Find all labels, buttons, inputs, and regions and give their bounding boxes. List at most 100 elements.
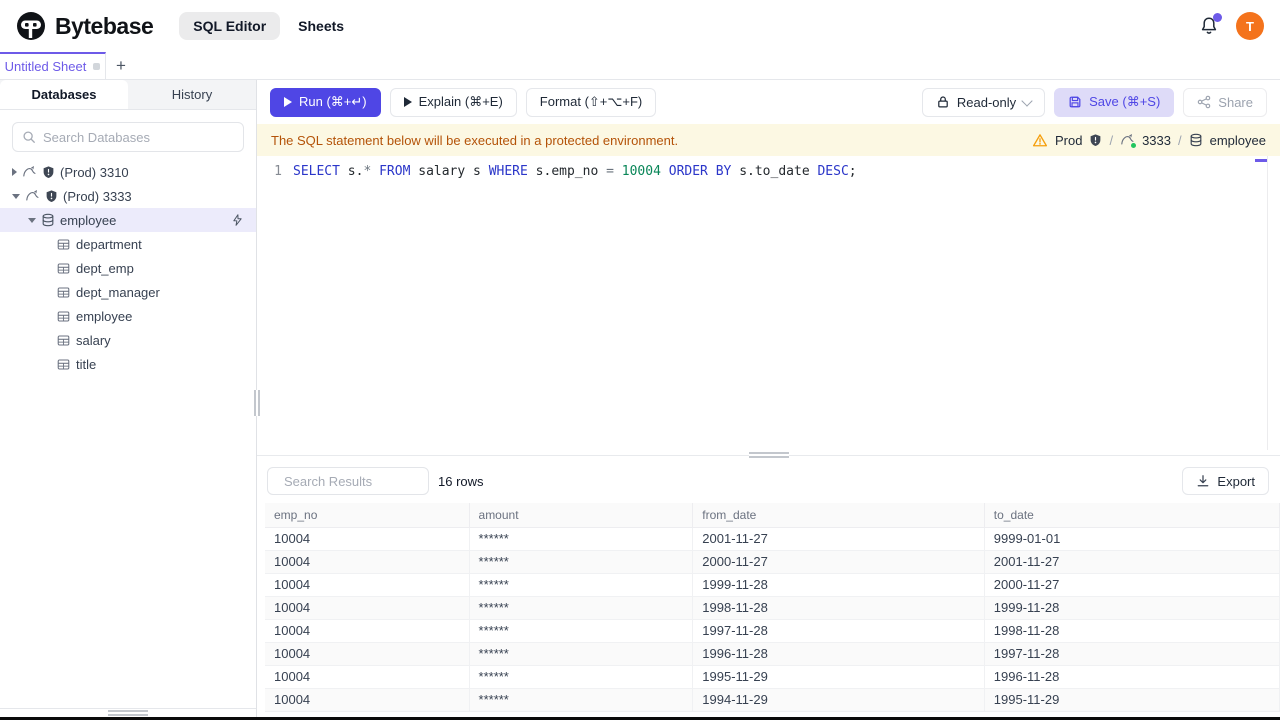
share-button[interactable]: Share xyxy=(1183,87,1267,117)
database-label[interactable]: employee xyxy=(1210,133,1266,148)
results-table: emp_no amount from_date to_date 10004 ***… xyxy=(265,503,1280,712)
table-item-employee[interactable]: employee xyxy=(0,304,256,328)
save-button[interactable]: Save (⌘+S) xyxy=(1054,87,1175,117)
table-label: salary xyxy=(76,332,111,348)
instance-label[interactable]: 3333 xyxy=(1142,133,1171,148)
tab-history[interactable]: History xyxy=(128,80,256,109)
share-icon xyxy=(1198,95,1211,109)
table-row[interactable]: 10004 ****** 1994-11-29 1995-11-29 xyxy=(265,687,1280,712)
table-item-department[interactable]: department xyxy=(0,232,256,256)
bytebase-logo-icon xyxy=(17,12,45,40)
table-icon xyxy=(57,311,70,321)
table-icon xyxy=(57,287,70,297)
database-item-employee[interactable]: employee xyxy=(0,208,256,232)
lock-icon xyxy=(938,96,948,108)
format-button[interactable]: Format (⇧+⌥+F) xyxy=(525,87,657,117)
sidebar-tabs: Databases History xyxy=(0,80,256,110)
column-header-amount[interactable]: amount xyxy=(468,503,694,528)
connection-breadcrumb: Prod / 3333 / employee xyxy=(1032,133,1266,148)
explain-button[interactable]: Explain (⌘+E) xyxy=(389,87,517,117)
code-line[interactable]: 1 SELECT s.* FROM salary s WHERE s.emp_n… xyxy=(257,162,1280,181)
chevron-right-icon[interactable] xyxy=(12,168,17,176)
connection-status-dot xyxy=(1131,143,1137,148)
export-button[interactable]: Export xyxy=(1182,467,1269,495)
table-icon xyxy=(57,335,70,345)
sql-editor[interactable]: 1 SELECT s.* FROM salary s WHERE s.emp_n… xyxy=(257,156,1280,450)
notifications-button[interactable] xyxy=(1198,13,1222,37)
editor-toolbar: Run (⌘+↵) Explain (⌘+E) Format (⇧+⌥+F) R… xyxy=(257,80,1280,124)
results-search[interactable] xyxy=(267,467,460,495)
database-search[interactable] xyxy=(12,122,244,152)
table-row[interactable]: 10004 ****** 1995-11-29 1996-11-28 xyxy=(265,664,1280,689)
brand-name: Bytebase xyxy=(55,12,154,39)
search-icon xyxy=(23,131,35,143)
search-databases-input[interactable] xyxy=(43,129,234,145)
notification-dot xyxy=(1213,13,1222,22)
table-row[interactable]: 10004 ****** 1998-11-28 1999-11-28 xyxy=(265,595,1280,620)
unsaved-indicator[interactable] xyxy=(93,63,101,70)
cursor-position-marker xyxy=(1255,159,1267,162)
table-label: dept_manager xyxy=(76,284,160,300)
search-results-input[interactable] xyxy=(284,473,460,489)
play-icon xyxy=(284,97,292,107)
sheet-tabbar: Untitled Sheet + xyxy=(0,52,1280,80)
line-number: 1 xyxy=(274,164,282,179)
column-header-from-date[interactable]: from_date xyxy=(692,503,985,528)
protected-shield-icon xyxy=(1091,134,1101,147)
table-label: department xyxy=(76,236,142,252)
chevron-down-icon[interactable] xyxy=(12,193,20,199)
nav-sheets[interactable]: Sheets xyxy=(298,18,344,34)
protected-environment-banner: The SQL statement below will be executed… xyxy=(257,124,1280,156)
warning-icon xyxy=(1032,133,1048,146)
sidebar-resize-handle[interactable] xyxy=(252,390,261,420)
save-icon xyxy=(1069,96,1081,108)
table-item-dept-emp[interactable]: dept_emp xyxy=(0,256,256,280)
environment-label: Prod xyxy=(1054,132,1083,148)
quick-action-bolt-icon[interactable] xyxy=(231,213,244,227)
tab-databases[interactable]: Databases xyxy=(0,80,128,109)
table-item-dept-manager[interactable]: dept_manager xyxy=(0,280,256,304)
table-row[interactable]: 10004 ****** 1996-11-28 1997-11-28 xyxy=(265,641,1280,666)
nav-sql-editor[interactable]: SQL Editor xyxy=(179,12,281,40)
instance-item-3333[interactable]: (Prod) 3333 xyxy=(0,184,256,208)
protected-shield-icon xyxy=(46,190,57,203)
chevron-down-icon xyxy=(1021,94,1033,107)
table-item-salary[interactable]: salary xyxy=(0,328,256,352)
sidebar-bottom-resize-handle[interactable] xyxy=(0,708,256,717)
table-row[interactable]: 10004 ****** 1999-11-28 2000-11-27 xyxy=(265,572,1280,597)
sheet-tab-untitled[interactable]: Untitled Sheet xyxy=(0,52,106,79)
table-row[interactable]: 10004 ****** 1997-11-28 1998-11-28 xyxy=(265,618,1280,643)
table-icon xyxy=(57,239,70,249)
results-resize-handle[interactable] xyxy=(257,450,1280,461)
database-tree: (Prod) 3310 (Prod) 3333 employee departm… xyxy=(0,160,256,376)
instance-item-3310[interactable]: (Prod) 3310 xyxy=(0,160,256,184)
table-row[interactable]: 10004 ****** 2000-11-27 2001-11-27 xyxy=(265,549,1280,574)
table-row[interactable]: 10004 ****** 2001-11-27 9999-01-01 xyxy=(265,526,1280,551)
results-controls: 16 rows Export xyxy=(257,461,1280,503)
table-label: employee xyxy=(76,308,133,324)
banner-message: The SQL statement below will be executed… xyxy=(271,132,679,148)
table-label: dept_emp xyxy=(76,260,134,276)
bytebase-sql-editor: Bytebase SQL Editor Sheets T Untitled Sh… xyxy=(0,0,1280,720)
sql-statement: SELECT s.* FROM salary s WHERE s.emp_no … xyxy=(293,164,857,179)
database-label: employee xyxy=(60,212,117,228)
mysql-icon xyxy=(26,190,39,201)
mysql-icon xyxy=(23,166,36,177)
sheet-tab-label: Untitled Sheet xyxy=(4,59,87,74)
results-panel: 16 rows Export emp_no amount xyxy=(257,461,1280,717)
instance-label: (Prod) 3333 xyxy=(63,188,132,204)
column-header-to-date[interactable]: to_date xyxy=(983,503,1280,528)
row-count: 16 rows xyxy=(438,473,484,489)
editor-overview-ruler[interactable] xyxy=(1255,156,1268,450)
database-icon xyxy=(42,213,54,227)
chevron-down-icon[interactable] xyxy=(28,217,36,223)
database-icon xyxy=(1190,133,1202,147)
run-button[interactable]: Run (⌘+↵) xyxy=(270,87,381,117)
add-sheet-button[interactable]: + xyxy=(106,52,136,79)
download-icon xyxy=(1198,475,1209,487)
column-header-emp-no[interactable]: emp_no xyxy=(265,503,470,528)
avatar[interactable]: T xyxy=(1236,12,1264,40)
mode-select[interactable]: Read-only xyxy=(921,87,1046,117)
protected-shield-icon xyxy=(43,166,54,179)
table-item-title[interactable]: title xyxy=(0,352,256,376)
